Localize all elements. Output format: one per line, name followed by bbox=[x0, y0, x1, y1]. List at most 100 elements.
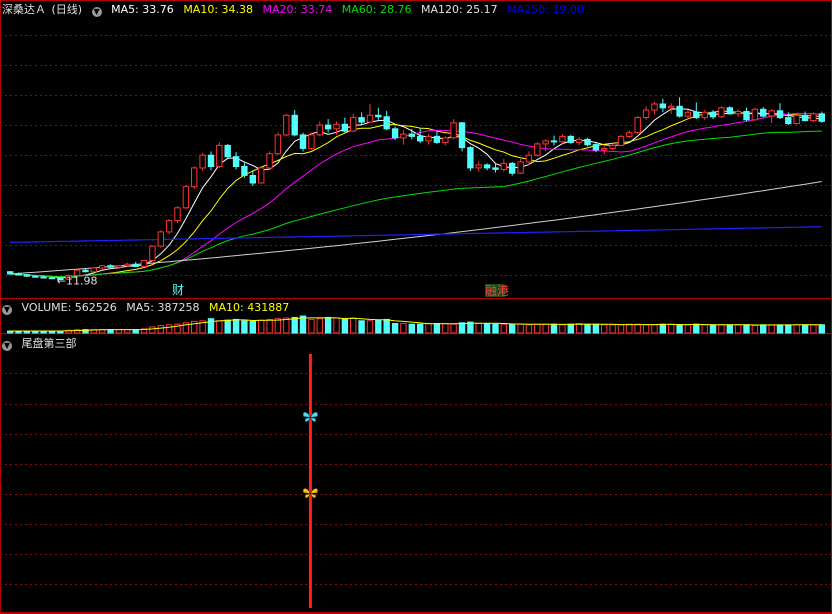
volume-bar bbox=[642, 324, 650, 334]
volume-bar bbox=[651, 324, 658, 334]
period-label: (日线) bbox=[51, 3, 83, 16]
volume-bar bbox=[375, 319, 382, 334]
volume-label: VOLUME: 562526 bbox=[21, 301, 117, 314]
volume-bar bbox=[567, 323, 574, 334]
volume-bar bbox=[617, 324, 625, 334]
candle bbox=[199, 154, 206, 169]
volume-bar bbox=[391, 323, 399, 334]
volume-bar bbox=[550, 323, 558, 334]
candle bbox=[509, 162, 516, 174]
candle bbox=[525, 154, 533, 163]
volume-bar bbox=[232, 318, 240, 334]
candle bbox=[668, 105, 675, 109]
ma10-label: MA10: 34.38 bbox=[183, 3, 254, 16]
candle bbox=[517, 161, 524, 174]
candle bbox=[559, 135, 566, 143]
candle bbox=[308, 134, 315, 149]
candle bbox=[425, 135, 432, 142]
volume-bar bbox=[734, 324, 742, 334]
candle bbox=[48, 277, 56, 280]
volume-bar bbox=[492, 323, 499, 334]
candle bbox=[224, 144, 231, 158]
candle bbox=[7, 271, 14, 275]
candle bbox=[801, 114, 809, 122]
candle bbox=[149, 245, 156, 261]
candle bbox=[726, 107, 733, 115]
candle bbox=[358, 117, 365, 123]
candle bbox=[165, 220, 173, 233]
candle bbox=[174, 207, 181, 222]
volume-bar bbox=[768, 324, 775, 334]
candle bbox=[258, 167, 265, 184]
candle bbox=[82, 269, 89, 273]
volume-ma10-label: MA10: 431887 bbox=[208, 301, 290, 314]
gear-icon[interactable]: ▼ bbox=[2, 341, 12, 351]
low-price-label: ←11.98 bbox=[57, 274, 98, 287]
candle bbox=[483, 164, 491, 169]
candle bbox=[567, 135, 574, 143]
volume-bar bbox=[559, 324, 566, 334]
candle bbox=[626, 132, 633, 137]
candle bbox=[23, 274, 31, 277]
volume-bar bbox=[634, 323, 641, 334]
volume-bar bbox=[668, 323, 675, 334]
volume-bar bbox=[458, 322, 466, 334]
volume-bar bbox=[207, 318, 215, 334]
volume-bar bbox=[366, 320, 374, 334]
candle bbox=[99, 265, 106, 269]
candle bbox=[760, 108, 767, 117]
candle bbox=[475, 164, 482, 169]
gear-icon[interactable]: ▼ bbox=[2, 305, 12, 315]
volume-bar bbox=[417, 323, 424, 334]
candle bbox=[818, 113, 825, 122]
volume-bar bbox=[383, 318, 390, 334]
volume-bar bbox=[442, 323, 449, 334]
candle bbox=[291, 114, 298, 136]
candle bbox=[274, 134, 282, 155]
indicator-title[interactable]: 尾盘第三部 bbox=[22, 337, 77, 350]
candle bbox=[676, 105, 683, 117]
candle bbox=[216, 144, 223, 167]
volume-bar bbox=[425, 323, 432, 334]
volume-bar bbox=[249, 320, 257, 334]
candle bbox=[316, 124, 324, 136]
volume-bar bbox=[760, 324, 767, 334]
volume-bar bbox=[115, 329, 123, 334]
candle bbox=[500, 162, 508, 170]
candle bbox=[458, 122, 466, 149]
candle bbox=[182, 186, 190, 209]
candle bbox=[718, 107, 725, 118]
candle bbox=[776, 110, 784, 119]
candle bbox=[32, 275, 39, 278]
volume-bar bbox=[274, 318, 282, 334]
volume-bar bbox=[810, 324, 817, 334]
gear-icon[interactable]: ▼ bbox=[91, 7, 102, 17]
volume-bar bbox=[601, 324, 608, 334]
volume-bar bbox=[509, 323, 516, 334]
candle bbox=[709, 111, 717, 118]
candle bbox=[592, 144, 600, 151]
volume-bar bbox=[324, 316, 332, 334]
stock-name[interactable]: 深桑达Ａ bbox=[2, 3, 46, 16]
volume-bar bbox=[132, 329, 139, 334]
volume-bar bbox=[266, 318, 273, 334]
volume-bar bbox=[341, 318, 349, 334]
volume-bar bbox=[542, 323, 549, 334]
volume-bar bbox=[793, 324, 800, 334]
volume-bar bbox=[433, 323, 441, 334]
candle bbox=[701, 111, 708, 119]
candle bbox=[375, 114, 382, 118]
candle bbox=[734, 111, 742, 115]
ma20-label: MA20: 33.74 bbox=[262, 3, 333, 16]
volume-bar bbox=[609, 324, 616, 334]
candle bbox=[241, 165, 248, 176]
candle bbox=[550, 140, 558, 143]
marker-cai: 财 bbox=[172, 283, 184, 297]
volume-bar bbox=[216, 320, 223, 334]
volume-bar bbox=[701, 324, 708, 334]
candle bbox=[191, 167, 198, 188]
candle bbox=[467, 147, 474, 169]
candle bbox=[534, 143, 541, 156]
candle bbox=[609, 144, 616, 149]
ma120-line bbox=[10, 181, 822, 275]
